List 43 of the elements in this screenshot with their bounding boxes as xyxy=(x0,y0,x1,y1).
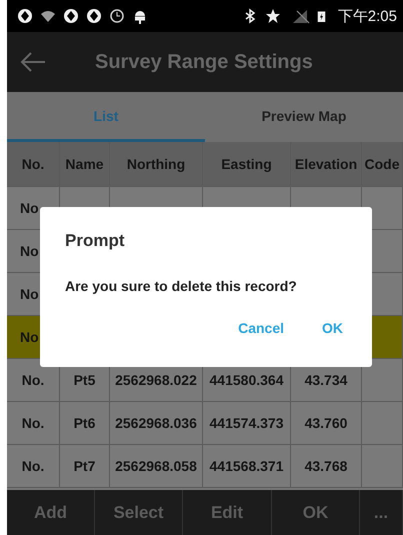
tab[interactable]: Preview Map xyxy=(205,92,403,142)
table-row[interactable]: No. Pt7 2562968.058 441568.371 43.768 xyxy=(7,445,403,488)
table-cell: Pt7 xyxy=(74,458,96,474)
column-header: Elevation xyxy=(291,142,362,186)
table-cell: Pt6 xyxy=(74,415,96,431)
toolbar-button[interactable]: OK xyxy=(272,490,360,535)
column-header: Northing xyxy=(110,142,203,186)
column-header: Easting xyxy=(203,142,291,186)
star-icon xyxy=(264,8,281,24)
table-cell: 43.760 xyxy=(304,415,348,431)
dialog-title: Prompt xyxy=(65,231,126,251)
table-cell: 2562968.036 xyxy=(115,415,197,431)
table-cell: No xyxy=(20,243,39,259)
back-arrow-icon xyxy=(20,52,46,72)
table-cell: Pt5 xyxy=(74,372,96,388)
column-header: Name xyxy=(60,142,110,186)
toolbar-button[interactable]: ... xyxy=(360,490,403,535)
toolbar-button[interactable]: Add xyxy=(7,490,95,535)
table-cell: 441580.364 xyxy=(210,372,284,388)
table-cell: No. xyxy=(22,372,44,388)
table-cell: No. xyxy=(22,415,44,431)
wifi-icon xyxy=(40,8,56,24)
table-cell: 441568.371 xyxy=(210,458,284,474)
table-cell: 43.734 xyxy=(304,372,348,388)
column-header: Code xyxy=(362,142,403,186)
clock-icon xyxy=(109,8,125,24)
table-cell: 2562968.022 xyxy=(115,372,197,388)
table-cell: No xyxy=(20,286,39,302)
table-cell: No xyxy=(20,200,39,216)
toolbar-button[interactable]: Edit xyxy=(183,490,272,535)
dialog-button[interactable]: OK xyxy=(312,316,353,340)
dialog-button[interactable]: Cancel xyxy=(228,316,294,340)
table-cell: 2562968.058 xyxy=(115,458,197,474)
table-cell: 441574.373 xyxy=(210,415,284,431)
table-cell: No. xyxy=(22,458,44,474)
toolbar-button[interactable]: Select xyxy=(95,490,183,535)
dialog-message: Are you sure to delete this record? xyxy=(65,278,298,294)
column-header: No. xyxy=(7,142,60,186)
status-time: 下午2:05 xyxy=(338,6,397,26)
table-cell: 43.768 xyxy=(304,458,348,474)
screen-title: Survey Range Settings xyxy=(95,50,313,74)
table-row[interactable]: No. Pt6 2562968.036 441574.373 43.760 xyxy=(7,402,403,445)
table-cell: No xyxy=(20,329,39,345)
